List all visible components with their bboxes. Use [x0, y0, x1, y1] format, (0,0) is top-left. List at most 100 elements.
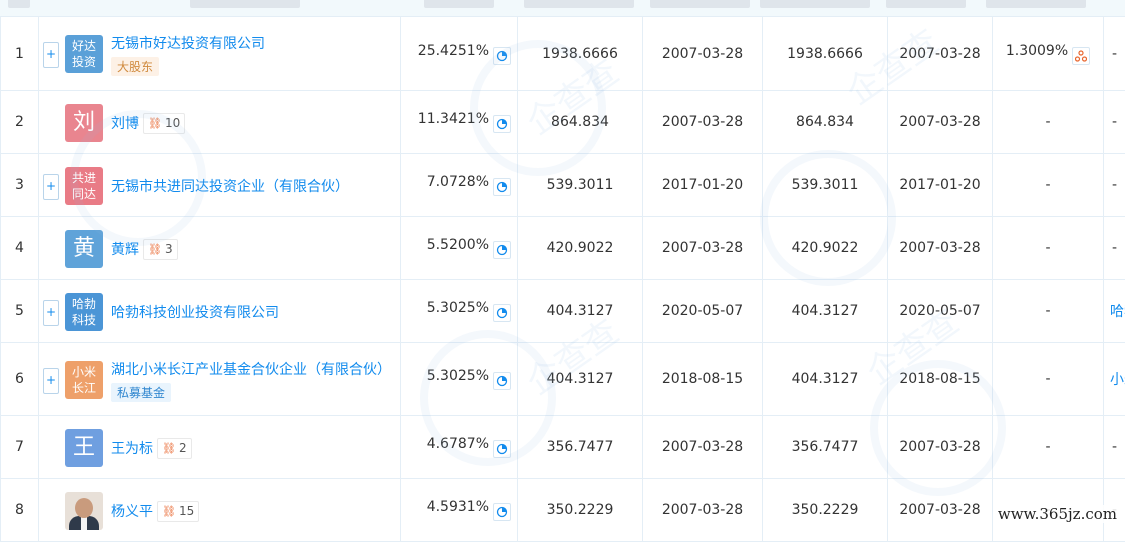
share-ratio: 11.3421%	[418, 111, 489, 127]
equity-chart-icon[interactable]	[493, 47, 511, 65]
logo-text-line: 同达	[65, 186, 103, 202]
paid-date: 2007-03-28	[899, 240, 980, 256]
subscribed-amount: 404.3127	[547, 371, 614, 387]
table-header	[0, 0, 1125, 17]
expand-button[interactable]: +	[43, 42, 59, 68]
relation-count: 15	[179, 504, 194, 518]
relation-count: 2	[179, 441, 187, 455]
site-watermark: www.365jz.com	[996, 505, 1119, 523]
subscribed-date: 2007-03-28	[662, 114, 743, 130]
shareholder-cell: 黄黄辉⛓3	[39, 217, 401, 280]
equity-chart-icon[interactable]	[493, 115, 511, 133]
paid-date: 2007-03-28	[899, 46, 980, 62]
last-col-value: -	[1112, 439, 1117, 455]
row-index: 2	[15, 114, 24, 130]
shareholder-table: 1+好达投资大股东无锡市好达投资有限公司25.4251%1938.6666200…	[0, 16, 1125, 542]
last-col-link[interactable]: 哈勃	[1104, 304, 1125, 320]
share-ratio: 7.0728%	[427, 174, 489, 190]
shareholder-name-link[interactable]: 黄辉⛓3	[111, 239, 178, 260]
subscribed-date: 2007-03-28	[662, 502, 743, 518]
logo-initial: 黄	[73, 236, 95, 261]
shareholder-tag: 大股东	[111, 57, 159, 76]
row-index: 5	[15, 303, 24, 319]
shareholder-name-link[interactable]: 湖北小米长江产业基金合伙企业（有限合伙）	[111, 359, 391, 379]
subscribed-date: 2017-01-20	[662, 177, 743, 193]
relation-count-button[interactable]: ⛓15	[157, 501, 199, 522]
table-row: 5+哈勃科技哈勃科技创业投资有限公司5.3025%404.31272020-05…	[1, 280, 1125, 343]
shareholder-cell: 杨义平⛓15	[39, 479, 401, 542]
table-row: 7王王为标⛓24.6787%356.74772007-03-28356.7477…	[1, 416, 1125, 479]
shareholder-name[interactable]: 无锡市好达投资有限公司	[111, 36, 265, 52]
expand-button[interactable]: +	[43, 300, 59, 326]
table-row: 2刘刘博⛓1011.3421%864.8342007-03-28864.8342…	[1, 91, 1125, 154]
relation-count-button[interactable]: ⛓3	[143, 239, 178, 260]
equity-chart-icon[interactable]	[493, 440, 511, 458]
shareholder-name-link[interactable]: 无锡市共进同达投资企业（有限合伙）	[111, 176, 349, 196]
indirect-ratio: -	[1045, 371, 1050, 387]
paid-date: 2007-03-28	[899, 114, 980, 130]
logo-initial: 王	[73, 435, 95, 460]
subscribed-amount: 350.2229	[547, 502, 614, 518]
equity-chart-icon[interactable]	[493, 503, 511, 521]
relation-count-button[interactable]: ⛓10	[143, 113, 185, 134]
table-row: 3+共进同达无锡市共进同达投资企业（有限合伙）7.0728%539.301120…	[1, 154, 1125, 217]
shareholder-name[interactable]: 哈勃科技创业投资有限公司	[111, 305, 279, 321]
equity-chart-icon[interactable]	[493, 178, 511, 196]
logo-text-line: 共进	[65, 170, 103, 186]
penetration-icon[interactable]	[1072, 47, 1090, 65]
indirect-ratio: -	[1045, 114, 1050, 130]
equity-chart-icon[interactable]	[493, 304, 511, 322]
shareholder-cell: +小米长江私募基金湖北小米长江产业基金合伙企业（有限合伙）	[39, 343, 401, 416]
shareholder-cell: 王王为标⛓2	[39, 416, 401, 479]
paid-date: 2007-03-28	[899, 439, 980, 455]
row-index: 7	[15, 439, 24, 455]
share-ratio: 4.5931%	[427, 499, 489, 515]
table-row: 1+好达投资大股东无锡市好达投资有限公司25.4251%1938.6666200…	[1, 17, 1125, 91]
shareholder-name[interactable]: 刘博	[111, 116, 139, 132]
last-col-value: -	[1112, 114, 1117, 130]
indirect-ratio: -	[1045, 240, 1050, 256]
subscribed-amount: 539.3011	[547, 177, 614, 193]
paid-amount: 1938.6666	[787, 46, 863, 62]
logo-text-line: 小米	[65, 364, 103, 380]
row-index: 4	[15, 240, 24, 256]
shareholder-name-link[interactable]: 王为标⛓2	[111, 438, 192, 459]
shareholder-cell: +哈勃科技哈勃科技创业投资有限公司	[39, 280, 401, 343]
shareholder-name-link[interactable]: 刘博⛓10	[111, 113, 185, 134]
paid-amount: 539.3011	[792, 177, 859, 193]
logo-initial: 刘	[73, 110, 95, 135]
shareholder-name[interactable]: 无锡市共进同达投资企业（有限合伙）	[111, 179, 349, 195]
shareholder-logo: 王	[65, 429, 103, 467]
shareholder-name[interactable]: 黄辉	[111, 242, 139, 258]
shareholder-name[interactable]: 王为标	[111, 441, 153, 457]
logo-text-line: 投资	[65, 54, 103, 70]
subscribed-amount: 864.834	[551, 114, 609, 130]
last-col-value: -	[1112, 240, 1117, 256]
relation-count-button[interactable]: ⛓2	[157, 438, 192, 459]
shareholder-cell: +共进同达无锡市共进同达投资企业（有限合伙）	[39, 154, 401, 217]
subscribed-date: 2007-03-28	[662, 240, 743, 256]
last-col-link[interactable]: 小米	[1104, 372, 1125, 388]
shareholder-name[interactable]: 杨义平	[111, 504, 153, 520]
shareholder-logo: 共进同达	[65, 167, 103, 205]
indirect-ratio: -	[1045, 303, 1050, 319]
equity-chart-icon[interactable]	[493, 241, 511, 259]
shareholder-logo: 刘	[65, 104, 103, 142]
expand-button[interactable]: +	[43, 174, 59, 200]
expand-button[interactable]: +	[43, 368, 59, 394]
indirect-ratio: -	[1045, 439, 1050, 455]
shareholder-logo: 哈勃科技	[65, 293, 103, 331]
row-index: 3	[15, 177, 24, 193]
equity-chart-icon[interactable]	[493, 372, 511, 390]
row-index: 8	[15, 502, 24, 518]
shareholder-name-link[interactable]: 哈勃科技创业投资有限公司	[111, 302, 279, 322]
share-ratio: 5.3025%	[427, 300, 489, 316]
shareholder-name-link[interactable]: 无锡市好达投资有限公司	[111, 33, 265, 53]
shareholder-name[interactable]: 湖北小米长江产业基金合伙企业（有限合伙）	[111, 362, 391, 378]
relation-icon: ⛓	[162, 442, 176, 455]
paid-date: 2007-03-28	[899, 502, 980, 518]
relation-icon: ⛓	[162, 505, 176, 518]
table-row: 4黄黄辉⛓35.5200%420.90222007-03-28420.90222…	[1, 217, 1125, 280]
shareholder-name-link[interactable]: 杨义平⛓15	[111, 501, 199, 522]
shareholder-logo: 好达投资	[65, 35, 103, 73]
